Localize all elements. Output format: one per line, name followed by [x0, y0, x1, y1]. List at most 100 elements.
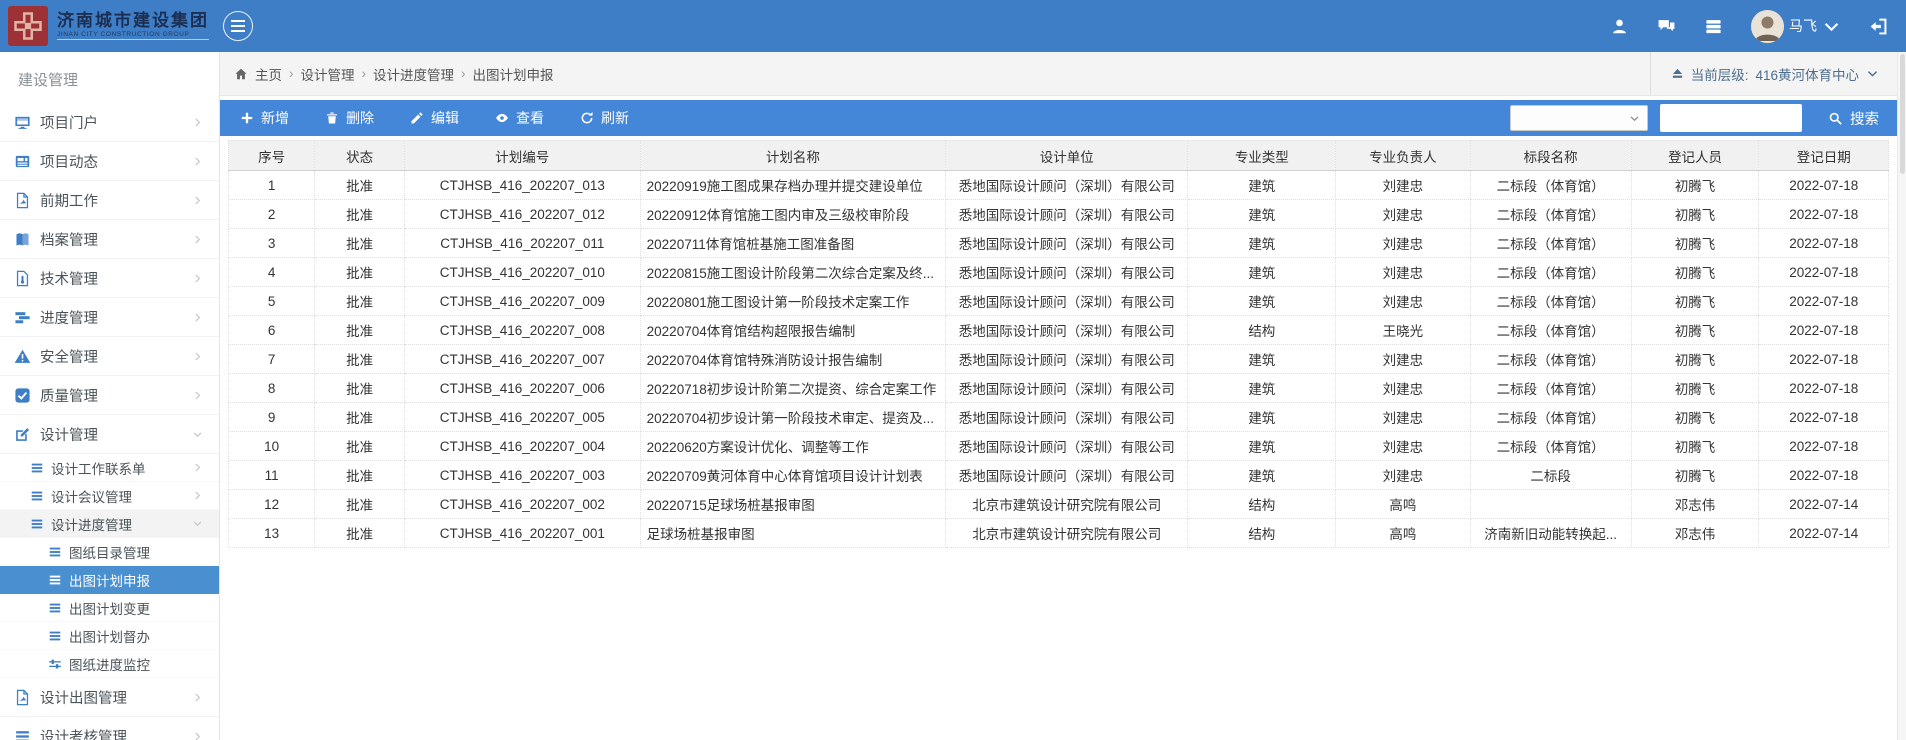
sidebar-item-design-progress[interactable]: 设计进度管理 — [0, 510, 219, 538]
cell-major-type: 建筑 — [1188, 432, 1336, 461]
sidebar-item-drawing-plan-change[interactable]: 出图计划变更 — [0, 594, 219, 622]
sidebar-item-safety-management[interactable]: 安全管理 — [0, 337, 219, 376]
cell-seq: 1 — [229, 171, 315, 200]
user-menu[interactable]: 马飞 — [1751, 10, 1841, 43]
column-header[interactable]: 登记日期 — [1759, 141, 1889, 171]
sidebar-item-design-work-contact[interactable]: 设计工作联系单 — [0, 454, 219, 482]
cell-status: 批准 — [315, 258, 405, 287]
menu-toggle-button[interactable] — [223, 11, 253, 41]
cell-plan-name: 20220912体育馆施工图内审及三级校审阶段 — [640, 200, 945, 229]
breadcrumb-home[interactable]: 主页 — [255, 64, 282, 84]
delete-button[interactable]: 删除 — [325, 108, 374, 128]
add-button[interactable]: 新增 — [240, 108, 289, 128]
cell-plan-name: 足球场桩基报审图 — [640, 519, 945, 548]
cell-status: 批准 — [315, 345, 405, 374]
cell-registrant: 初腾飞 — [1631, 258, 1759, 287]
table-row[interactable]: 7 批准 CTJHSB_416_202207_007 20220704体育馆特殊… — [229, 345, 1889, 374]
cell-register-date: 2022-07-18 — [1759, 374, 1889, 403]
column-header[interactable]: 状态 — [315, 141, 405, 171]
cell-seq: 4 — [229, 258, 315, 287]
main-content: 主页 › 设计管理 › 设计进度管理 › 出图计划申报 当前层级: 416黄河体… — [220, 52, 1906, 740]
sidebar-item-label: 设计考核管理 — [40, 726, 127, 740]
sidebar-item-design-output[interactable]: 设计出图管理 — [0, 678, 219, 717]
cell-section-name: 二标段（体育馆） — [1470, 229, 1631, 258]
cell-registrant: 邓志伟 — [1631, 519, 1759, 548]
table-row[interactable]: 3 批准 CTJHSB_416_202207_011 20220711体育馆桩基… — [229, 229, 1889, 258]
sidebar-item-project-portal[interactable]: 项目门户 — [0, 103, 219, 142]
cell-major-type: 建筑 — [1188, 200, 1336, 229]
cell-status: 批准 — [315, 171, 405, 200]
column-header[interactable]: 序号 — [229, 141, 315, 171]
edit-button[interactable]: 编辑 — [410, 108, 459, 128]
column-header[interactable]: 标段名称 — [1470, 141, 1631, 171]
menu-bars-icon — [48, 629, 62, 643]
cell-design-unit: 悉地国际设计顾问（深圳）有限公司 — [946, 316, 1188, 345]
messages-icon[interactable] — [1657, 17, 1676, 36]
cell-major-leader: 刘建忠 — [1336, 345, 1470, 374]
column-header[interactable]: 专业类型 — [1188, 141, 1336, 171]
cell-registrant: 初腾飞 — [1631, 287, 1759, 316]
column-header[interactable]: 设计单位 — [946, 141, 1188, 171]
sidebar-item-preliminary-work[interactable]: 前期工作 — [0, 181, 219, 220]
view-button[interactable]: 查看 — [495, 108, 544, 128]
table-row[interactable]: 6 批准 CTJHSB_416_202207_008 20220704体育馆结构… — [229, 316, 1889, 345]
cell-plan-name: 20220704体育馆特殊消防设计报告编制 — [640, 345, 945, 374]
cell-status: 批准 — [315, 374, 405, 403]
plan-table: 序号状态计划编号计划名称设计单位专业类型专业负责人标段名称登记人员登记日期 1 … — [228, 140, 1889, 548]
table-row[interactable]: 5 批准 CTJHSB_416_202207_009 20220801施工图设计… — [229, 287, 1889, 316]
sidebar-item-drawing-progress-monitor[interactable]: 图纸进度监控 — [0, 650, 219, 678]
cell-registrant: 初腾飞 — [1631, 171, 1759, 200]
sidebar-item-design-management[interactable]: 设计管理 — [0, 415, 219, 454]
cell-register-date: 2022-07-14 — [1759, 519, 1889, 548]
breadcrumb-design-management[interactable]: 设计管理 — [301, 64, 355, 84]
chevron-right-icon — [192, 273, 203, 284]
table-row[interactable]: 10 批准 CTJHSB_416_202207_004 20220620方案设计… — [229, 432, 1889, 461]
keyword-input[interactable] — [1660, 104, 1802, 132]
sidebar-item-design-meeting[interactable]: 设计会议管理 — [0, 482, 219, 510]
sidebar-item-quality-management[interactable]: 质量管理 — [0, 376, 219, 415]
cell-plan-name: 20220801施工图设计第一阶段技术定案工作 — [640, 287, 945, 316]
sidebar-item-drawing-plan-supervise[interactable]: 出图计划督办 — [0, 622, 219, 650]
sidebar-item-progress-management[interactable]: 进度管理 — [0, 298, 219, 337]
sidebar-item-technology-management[interactable]: 技术管理 — [0, 259, 219, 298]
table-row[interactable]: 12 批准 CTJHSB_416_202207_002 20220715足球场桩… — [229, 490, 1889, 519]
filter-select[interactable] — [1510, 105, 1648, 131]
sidebar-item-design-assessment[interactable]: 设计考核管理 — [0, 717, 219, 740]
task-list-icon[interactable] — [1704, 17, 1723, 36]
breadcrumb-separator: › — [289, 66, 294, 81]
sidebar-item-drawing-plan-declare[interactable]: 出图计划申报 — [0, 566, 219, 594]
table-row[interactable]: 1 批准 CTJHSB_416_202207_013 20220919施工图成果… — [229, 171, 1889, 200]
cell-registrant: 初腾飞 — [1631, 316, 1759, 345]
refresh-button[interactable]: 刷新 — [580, 108, 629, 128]
username: 马飞 — [1789, 16, 1817, 36]
cell-plan-code: CTJHSB_416_202207_002 — [404, 490, 640, 519]
chevron-right-icon — [192, 692, 203, 703]
sidebar-item-project-news[interactable]: 项目动态 — [0, 142, 219, 181]
vertical-scrollbar[interactable] — [1897, 52, 1906, 740]
cell-seq: 9 — [229, 403, 315, 432]
sidebar-item-label: 进度管理 — [40, 307, 98, 328]
search-button[interactable]: 搜索 — [1828, 108, 1879, 129]
table-row[interactable]: 2 批准 CTJHSB_416_202207_012 20220912体育馆施工… — [229, 200, 1889, 229]
column-header[interactable]: 计划编号 — [404, 141, 640, 171]
table-row[interactable]: 13 批准 CTJHSB_416_202207_001 足球场桩基报审图 北京市… — [229, 519, 1889, 548]
company-name-en: JINAN CITY CONSTRUCTION GROUP — [57, 31, 209, 40]
current-level-selector[interactable]: 当前层级: 416黄河体育中心 — [1650, 52, 1897, 95]
breadcrumb-design-progress[interactable]: 设计进度管理 — [373, 64, 454, 84]
sidebar-item-drawing-catalog[interactable]: 图纸目录管理 — [0, 538, 219, 566]
chevron-right-icon — [192, 312, 203, 323]
scrollbar-thumb[interactable] — [1900, 54, 1905, 174]
table-row[interactable]: 4 批准 CTJHSB_416_202207_010 20220815施工图设计… — [229, 258, 1889, 287]
table-row[interactable]: 8 批准 CTJHSB_416_202207_006 20220718初步设计阶… — [229, 374, 1889, 403]
column-header[interactable]: 专业负责人 — [1336, 141, 1470, 171]
sidebar-item-archive-management[interactable]: 档案管理 — [0, 220, 219, 259]
user-icon[interactable] — [1610, 17, 1629, 36]
cell-status: 批准 — [315, 490, 405, 519]
column-header[interactable]: 登记人员 — [1631, 141, 1759, 171]
table-row[interactable]: 11 批准 CTJHSB_416_202207_003 20220709黄河体育… — [229, 461, 1889, 490]
logout-icon[interactable] — [1869, 17, 1888, 36]
cell-section-name: 二标段（体育馆） — [1470, 432, 1631, 461]
cell-seq: 7 — [229, 345, 315, 374]
table-row[interactable]: 9 批准 CTJHSB_416_202207_005 20220704初步设计第… — [229, 403, 1889, 432]
column-header[interactable]: 计划名称 — [640, 141, 945, 171]
